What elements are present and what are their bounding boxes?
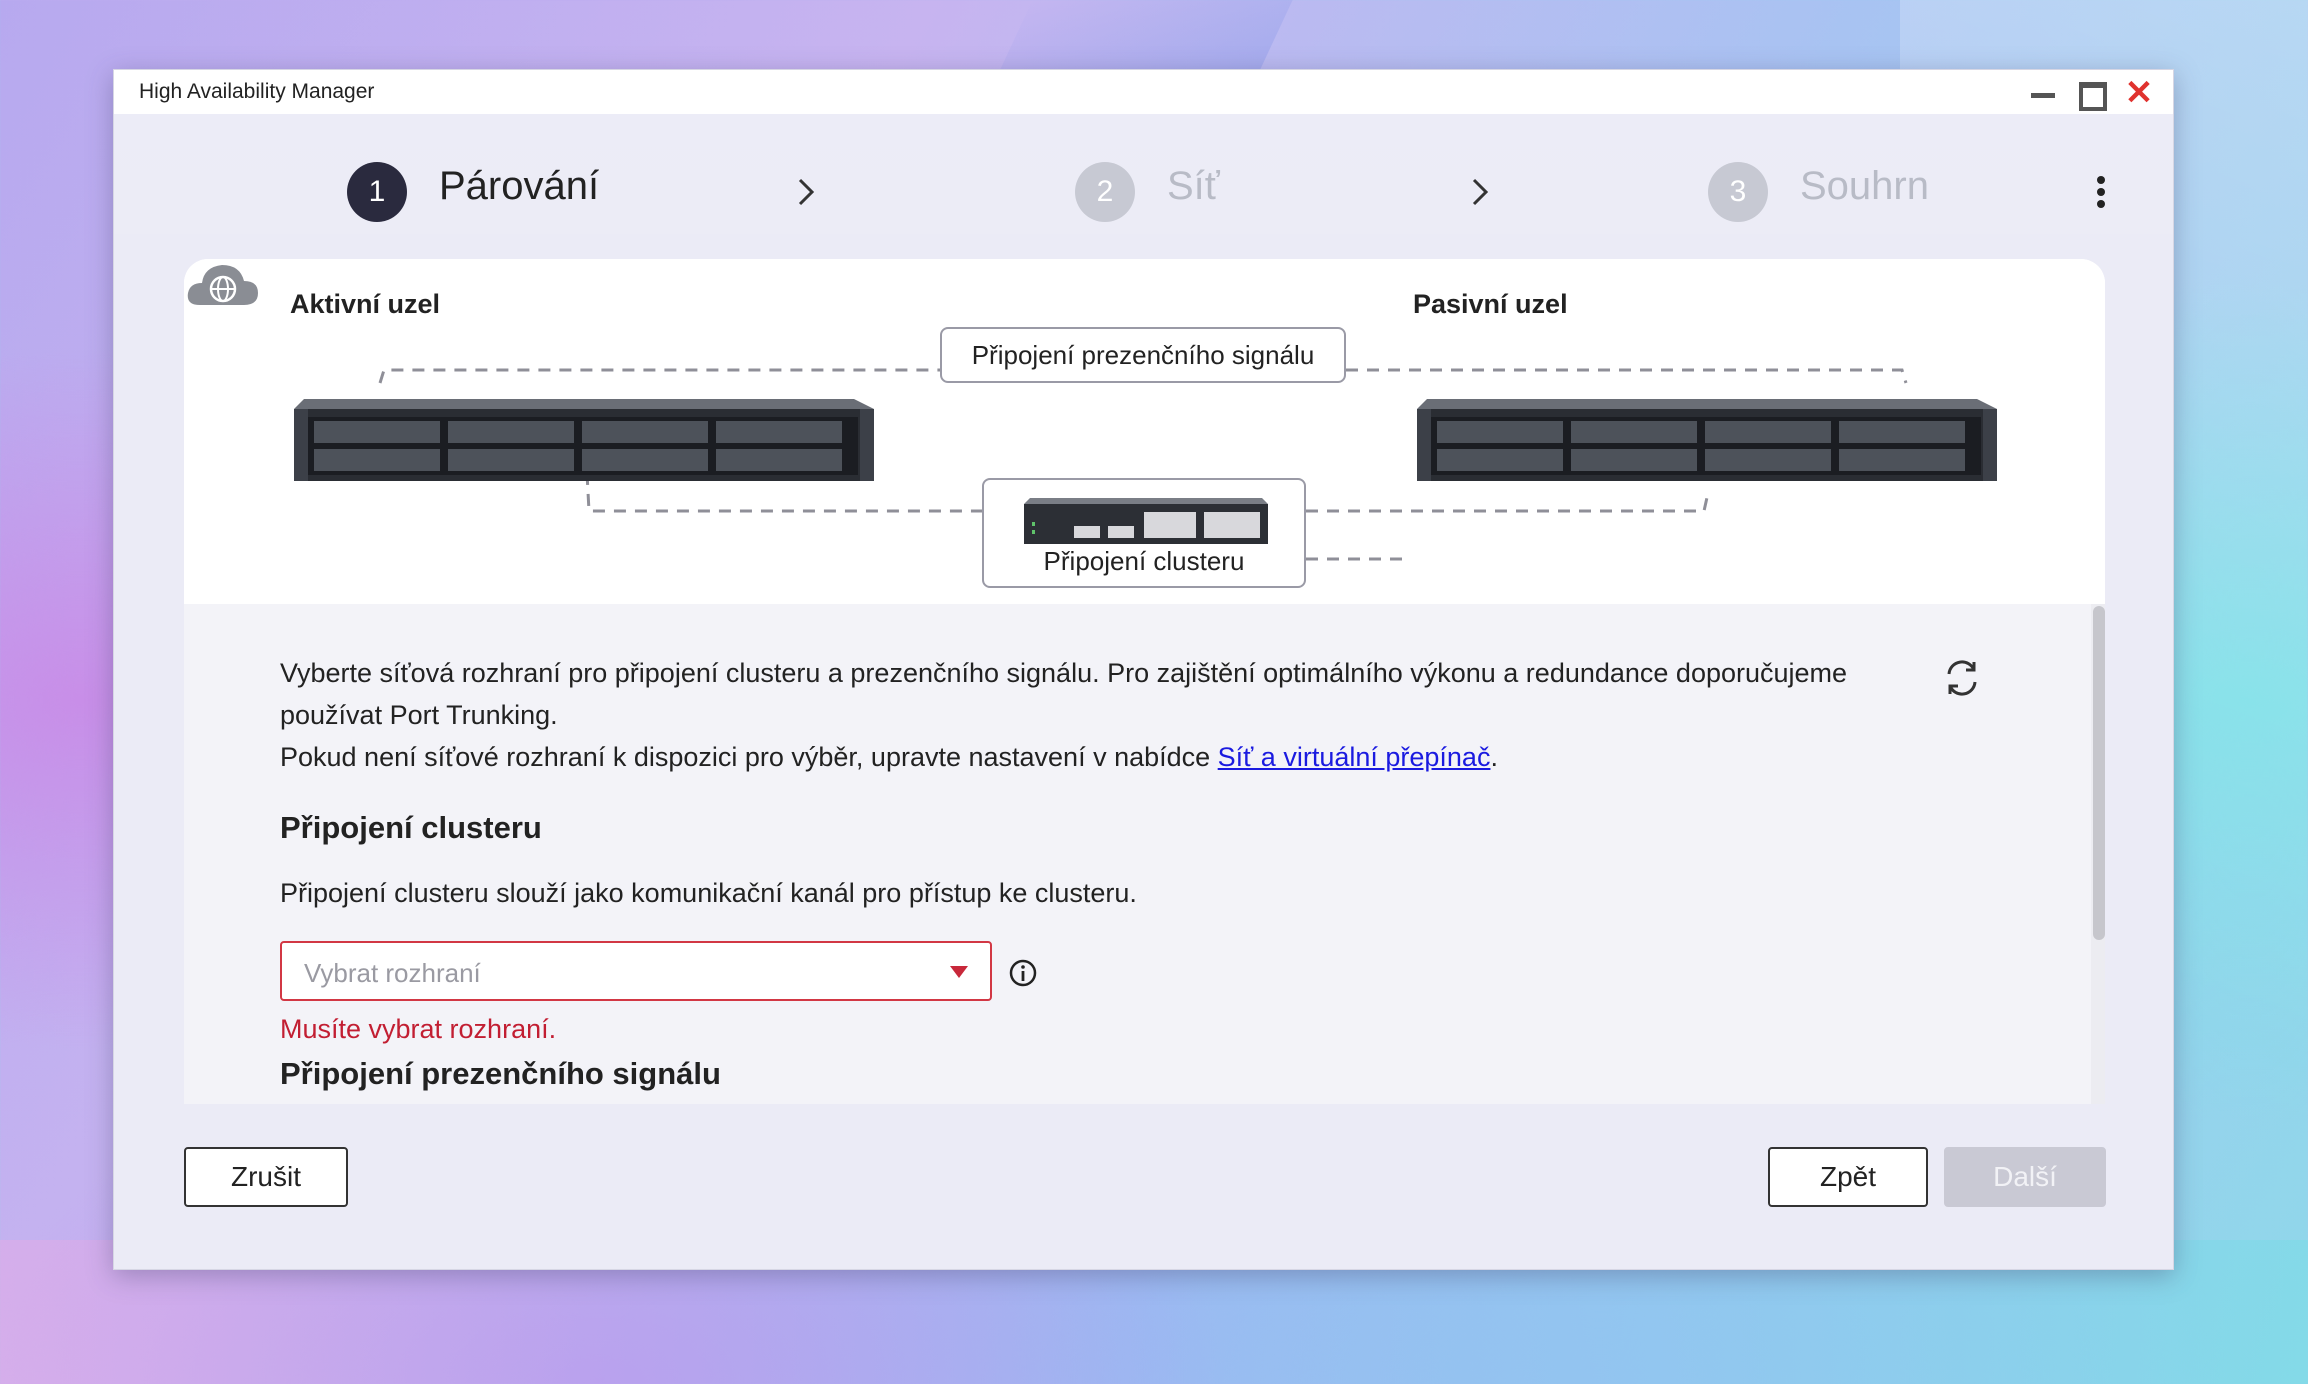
step-label: Párování — [439, 164, 600, 208]
network-switch-icon — [1024, 498, 1268, 544]
window-title: High Availability Manager — [139, 80, 375, 103]
settings-content: Vyberte síťová rozhraní pro připojení cl… — [184, 604, 2105, 1104]
main-panel: Aktivní uzel Pasivní uzel Připojení prez… — [184, 259, 2105, 1104]
minimize-icon[interactable] — [2028, 78, 2058, 108]
description-text: Pokud není síťové rozhraní k dispozici p… — [280, 742, 1218, 772]
step-label: Síť — [1167, 164, 1220, 208]
cluster-connection-box: Připojení clusteru — [982, 478, 1306, 588]
select-placeholder: Vybrat rozhraní — [304, 958, 481, 988]
heartbeat-connection-label: Připojení prezenčního signálu — [940, 327, 1346, 383]
scrollbar-thumb[interactable] — [2093, 606, 2105, 940]
step-number: 2 — [1075, 162, 1135, 222]
info-icon[interactable] — [1008, 958, 1038, 988]
error-message: Musíte vybrat rozhraní. — [280, 1014, 557, 1044]
description-text: . — [1490, 742, 1498, 772]
scrollbar[interactable] — [2091, 604, 2105, 1104]
cluster-connection-label: Připojení clusteru — [1043, 546, 1245, 576]
next-button[interactable]: Další — [1944, 1147, 2106, 1207]
chevron-right-icon — [786, 162, 826, 222]
step-number: 3 — [1708, 162, 1768, 222]
cluster-heading: Připojení clusteru — [280, 810, 542, 845]
nas-server-icon — [294, 399, 874, 481]
title-bar: High Availability Manager ✕ — [114, 70, 2173, 114]
chevron-right-icon — [1460, 162, 1500, 222]
caret-down-icon — [950, 966, 968, 978]
refresh-icon[interactable] — [1940, 656, 1984, 700]
description: Vyberte síťová rozhraní pro připojení cl… — [280, 652, 1900, 778]
description-text: Vyberte síťová rozhraní pro připojení cl… — [280, 658, 1848, 730]
kebab-menu-icon[interactable] — [2080, 158, 2120, 222]
globe-cloud-icon — [187, 265, 258, 305]
ha-manager-window: High Availability Manager ✕ 1 Párování 2… — [113, 69, 2174, 1270]
step-label: Souhrn — [1800, 164, 1929, 208]
active-node-label: Aktivní uzel — [290, 289, 441, 319]
close-icon[interactable]: ✕ — [2124, 76, 2154, 110]
nas-server-icon — [1417, 399, 1997, 481]
cluster-interface-select[interactable]: Vybrat rozhraní — [280, 941, 992, 1001]
cluster-description: Připojení clusteru slouží jako komunikač… — [280, 878, 1137, 908]
back-button[interactable]: Zpět — [1768, 1147, 1928, 1207]
passive-node-label: Pasivní uzel — [1413, 289, 1568, 319]
maximize-icon[interactable] — [2076, 78, 2107, 111]
step-number: 1 — [347, 162, 407, 222]
cancel-button[interactable]: Zrušit — [184, 1147, 348, 1207]
topology-diagram: Aktivní uzel Pasivní uzel Připojení prez… — [184, 259, 2105, 604]
network-switch-link[interactable]: Síť a virtuální přepínač — [1218, 742, 1491, 772]
heartbeat-heading: Připojení prezenčního signálu — [280, 1056, 721, 1091]
